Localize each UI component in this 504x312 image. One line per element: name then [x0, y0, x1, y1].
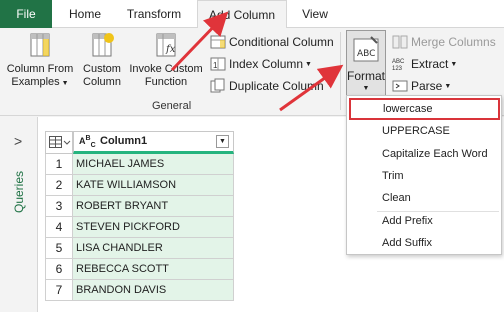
- extract-icon: ABC 123: [392, 59, 405, 72]
- merge-columns-label: Merge Columns: [411, 35, 496, 49]
- row-number[interactable]: 3: [45, 196, 73, 217]
- invoke-function-icon: fx: [156, 33, 176, 57]
- menu-item-capitalize-each-word[interactable]: Capitalize Each Word: [347, 143, 501, 165]
- table-cell[interactable]: STEVEN PICKFORD: [73, 217, 234, 238]
- table-row: 3 ROBERT BRYANT: [45, 196, 234, 217]
- menu-item-add-prefix[interactable]: Add Prefix: [347, 210, 501, 232]
- tab-transform[interactable]: Transform: [118, 0, 190, 28]
- menu-item-uppercase[interactable]: UPPERCASE: [347, 120, 501, 142]
- extract-button[interactable]: ABC 123 Extract ▼: [392, 56, 457, 72]
- row-number[interactable]: 5: [45, 238, 73, 259]
- invoke-custom-function-label-2: Function: [144, 76, 188, 88]
- chevron-down-icon: ▼: [444, 82, 452, 90]
- table-cell[interactable]: LISA CHANDLER: [73, 238, 234, 259]
- table-icon: [49, 136, 71, 148]
- duplicate-column-icon: [210, 78, 225, 93]
- chevron-down-icon: ▼: [61, 80, 69, 87]
- column-from-examples-button[interactable]: Column From Examples ▼: [6, 30, 74, 90]
- table-cell[interactable]: REBECCA SCOTT: [73, 259, 234, 280]
- format-dropdown-menu: lowercase UPPERCASE Capitalize Each Word…: [346, 95, 502, 255]
- index-column-label: Index Column: [229, 57, 304, 71]
- row-number[interactable]: 7: [45, 280, 73, 301]
- text-type-icon[interactable]: ABC: [79, 134, 96, 150]
- invoke-custom-function-label-1: Invoke Custom: [129, 63, 203, 75]
- custom-column-label-1: Custom: [83, 63, 121, 75]
- format-label: Format: [347, 69, 386, 83]
- table-row: 2 KATE WILLIAMSON: [45, 175, 234, 196]
- parse-label: Parse: [411, 79, 443, 93]
- row-number[interactable]: 6: [45, 259, 73, 280]
- svg-text:1: 1: [213, 61, 218, 70]
- tab-view[interactable]: View: [294, 0, 336, 28]
- menu-item-add-suffix[interactable]: Add Suffix: [347, 232, 501, 254]
- merge-columns-button[interactable]: Merge Columns: [392, 34, 496, 50]
- custom-column-button[interactable]: Custom Column: [80, 30, 124, 89]
- table-cell[interactable]: MICHAEL JAMES: [73, 154, 234, 175]
- conditional-column-button[interactable]: Conditional Column: [210, 34, 334, 50]
- column-header-label: Column1: [100, 135, 148, 147]
- table-cell[interactable]: BRANDON DAVIS: [73, 280, 234, 301]
- data-grid: ABC Column1 ▼ 1 MICHAEL JAMES 2 KATE WIL…: [45, 131, 234, 301]
- merge-columns-icon: [392, 35, 408, 49]
- tab-add-column[interactable]: Add Column: [197, 0, 287, 29]
- conditional-column-label: Conditional Column: [229, 35, 334, 49]
- parse-button[interactable]: Parse ▼: [392, 78, 451, 94]
- column-filter-dropdown-icon[interactable]: ▼: [216, 135, 229, 148]
- expand-chevron-icon[interactable]: >: [14, 133, 22, 149]
- svg-text:ABC: ABC: [357, 49, 375, 59]
- svg-text:123: 123: [392, 66, 403, 72]
- queries-pane: > Queries: [0, 117, 38, 312]
- custom-column-label-2: Column: [83, 76, 121, 88]
- invoke-custom-function-button[interactable]: fx Invoke Custom Function: [126, 30, 206, 89]
- chevron-down-icon: ▼: [362, 85, 370, 92]
- conditional-column-icon: [210, 35, 226, 49]
- table-menu-button[interactable]: [45, 131, 73, 154]
- chevron-down-icon: ▼: [450, 60, 458, 68]
- table-row: 5 LISA CHANDLER: [45, 238, 234, 259]
- table-row: 1 MICHAEL JAMES: [45, 154, 234, 175]
- group-label-general: General: [152, 100, 192, 112]
- table-row: 7 BRANDON DAVIS: [45, 280, 234, 301]
- menu-item-trim[interactable]: Trim: [347, 165, 501, 187]
- table-cell[interactable]: ROBERT BRYANT: [73, 196, 234, 217]
- row-number[interactable]: 1: [45, 154, 73, 175]
- column-from-examples-label-2: Examples ▼: [11, 76, 69, 88]
- queries-pane-label[interactable]: Queries: [12, 157, 26, 227]
- table-row: 4 STEVEN PICKFORD: [45, 217, 234, 238]
- column-header[interactable]: ABC Column1 ▼: [73, 131, 234, 154]
- index-column-icon: 1: [210, 57, 226, 71]
- tab-file[interactable]: File: [0, 0, 52, 28]
- duplicate-column-button[interactable]: Duplicate Column: [210, 78, 324, 94]
- svg-text:ABC: ABC: [392, 59, 405, 65]
- duplicate-column-label: Duplicate Column: [229, 79, 324, 93]
- custom-column-icon: [92, 33, 114, 57]
- row-number[interactable]: 4: [45, 217, 73, 238]
- format-icon: ABC: [353, 36, 379, 62]
- menu-item-lowercase[interactable]: lowercase: [349, 98, 500, 120]
- chevron-down-icon: ▼: [305, 60, 312, 68]
- table-cell[interactable]: KATE WILLIAMSON: [73, 175, 234, 196]
- index-column-button[interactable]: 1 Index Column ▼: [210, 56, 312, 72]
- parse-icon: [392, 80, 408, 92]
- row-number[interactable]: 2: [45, 175, 73, 196]
- column-from-examples-icon: [30, 33, 50, 57]
- column-from-examples-label-1: Column From: [6, 63, 74, 75]
- tab-home[interactable]: Home: [60, 0, 110, 28]
- group-separator: [340, 32, 341, 110]
- table-row: 6 REBECCA SCOTT: [45, 259, 234, 280]
- svg-text:fx: fx: [165, 44, 176, 55]
- extract-label: Extract: [411, 57, 449, 71]
- menu-item-clean[interactable]: Clean: [347, 187, 501, 209]
- ribbon-tab-bar: File Home Transform Add Column View: [0, 0, 504, 29]
